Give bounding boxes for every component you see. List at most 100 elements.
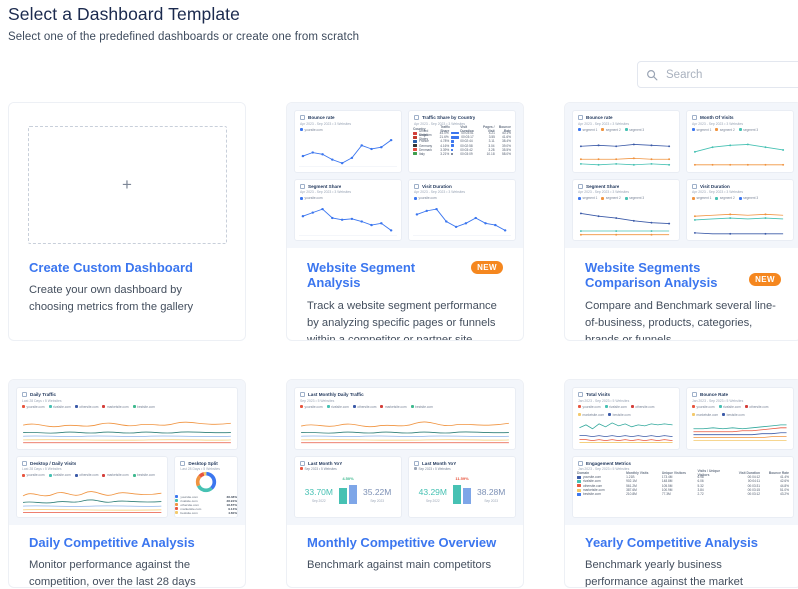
mini-legend-label: yoursite.com <box>418 196 437 200</box>
card-title[interactable]: Daily Competitive Analysis <box>29 535 195 550</box>
mini-panel-subtitle: Apr 2023 - Sep 2023 • 3 Websites <box>578 121 630 126</box>
mini-panel-segment-share: Segment Share Apr 2023 - Sep 2023 • 3 We… <box>294 178 402 241</box>
kpi-comparison: 33.70M Sep 2022 4.50% 35.22M Sep 2023 <box>295 475 401 516</box>
kpi-right-label: Sep 2023 <box>484 498 498 503</box>
mini-legend-label: yoursite.com <box>26 404 45 409</box>
card-title[interactable]: Website Segments Comparison Analysis <box>585 260 741 291</box>
card-description: Monitor performance against the competit… <box>29 559 196 588</box>
mini-legend-label: segment 1 <box>582 127 598 132</box>
mini-panel-engagement-metrics: Engagement Metrics Jan 2023 - Sep 2023 •… <box>572 455 794 518</box>
mini-legend-label: segment 1 <box>582 196 598 200</box>
panel-icon <box>22 460 27 466</box>
card-body: Website Segment Analysis NEW Track a web… <box>287 248 523 341</box>
mini-table: Domain Monthly Visits Unique Visitors Vi… <box>577 469 789 515</box>
cell: 3.21% <box>440 151 450 156</box>
cell: 00:03:09 <box>460 151 473 156</box>
mini-legend-label: yoursite.com <box>696 404 715 409</box>
plus-icon: + <box>122 175 132 194</box>
kpi-bars: 11.59% <box>453 476 471 505</box>
template-card-yearly-competitive-analysis[interactable]: Total Visits Jan 2023 - Sep 2023 • 5 Web… <box>564 379 798 588</box>
mini-panel-title: Desktop Split <box>188 460 218 466</box>
mini-panel-title: Daily Traffic <box>30 392 57 397</box>
mini-panel-title: Total Visits <box>586 392 611 397</box>
mini-legend-label: marketsite.com <box>384 404 407 409</box>
mini-panel-last-monthly-daily-traffic: Last Monthly Daily Traffic Sep 2023 • 5 … <box>294 387 516 450</box>
table-row: bestsite.com 210.8M 77.3M 2.72 00:03:12 … <box>577 492 789 496</box>
cell: 58.0% <box>501 151 511 156</box>
mini-legend-label: segment 3 <box>629 196 645 200</box>
mini-panel-desktop-daily-visits: Desktop / Daily Visits Last 28 Days • 5 … <box>16 455 169 518</box>
mini-legend-label: rivalsite.com <box>609 404 627 409</box>
mini-legend-label: segment 2 <box>719 127 735 132</box>
card-description: Track a website segment performance by a… <box>307 299 497 341</box>
template-card-website-segments-comparison-analysis[interactable]: Bounce rate Apr 2023 - Sep 2023 • 3 Webs… <box>564 102 798 341</box>
kpi-right-value: 35.22M <box>363 486 392 497</box>
card-body: Daily Competitive Analysis Monitor perfo… <box>9 525 245 588</box>
mini-legend-label: marketsite.com <box>106 473 129 477</box>
mini-line-chart <box>691 206 789 238</box>
search-box[interactable] <box>637 61 798 88</box>
mini-panel-subtitle: Apr 2023 - Sep 2023 • 3 Websites <box>692 121 744 126</box>
template-card-create-custom-dashboard[interactable]: + Create Custom Dashboard Create your ow… <box>8 102 246 341</box>
panel-icon <box>578 392 583 397</box>
dashed-placeholder: + <box>27 125 227 244</box>
mini-panel-subtitle: Sep 2023 • 5 Websites <box>418 466 451 471</box>
panel-icon <box>692 392 697 397</box>
panel-icon <box>300 115 305 120</box>
mini-panel-title: Last Month YoY <box>308 460 343 466</box>
legend-row: bestsite.com 4.60% <box>175 511 237 515</box>
page-title: Select a Dashboard Template <box>8 4 240 24</box>
kpi-percent: 11.59% <box>455 476 469 482</box>
kpi-percent: 4.50% <box>342 476 354 482</box>
mini-dense-line-chart <box>691 416 789 446</box>
mini-panel-subtitle: Apr 2023 - Sep 2023 • 3 Websites <box>300 190 352 194</box>
card-title[interactable]: Monthly Competitive Overview <box>307 535 496 550</box>
mini-line-chart <box>299 133 397 169</box>
mini-panel-title: Last Month YoY <box>422 460 457 466</box>
kpi-left-value: 43.29M <box>418 486 447 497</box>
kpi-left-label: Sep 2022 <box>311 498 326 503</box>
legend-label: bestsite.com <box>180 510 198 515</box>
panel-icon <box>180 460 186 466</box>
template-card-website-segment-analysis[interactable]: Bounce rate Apr 2023 - Sep 2023 • 3 Webs… <box>286 102 524 341</box>
mini-dense-line-chart <box>577 416 675 446</box>
card-title[interactable]: Website Segment Analysis <box>307 260 463 291</box>
mini-legend-label: segment 3 <box>743 196 759 200</box>
card-body: Website Segments Comparison Analysis NEW… <box>565 248 798 341</box>
mini-legend-label: rivalsite.com <box>53 404 71 409</box>
mini-legend-label: segment 2 <box>605 196 621 200</box>
template-card-monthly-competitive-overview[interactable]: Last Monthly Daily Traffic Sep 2023 • 5 … <box>286 379 524 588</box>
mini-panel-desktop-split: Desktop Split Last 28 Days • 5 Websites <box>174 455 238 518</box>
table-row: Italy 3.21% 00:03:09 10.18 58.0% <box>413 152 511 156</box>
kpi-bars: 4.50% <box>339 476 357 505</box>
mini-legend-label: othersite.com <box>79 404 99 409</box>
card-title[interactable]: Create Custom Dashboard <box>29 260 193 275</box>
template-card-daily-competitive-analysis[interactable]: Daily Traffic Last 28 Days • 5 Websites … <box>8 379 246 588</box>
mini-area-chart <box>21 414 233 446</box>
card-thumbnail: Total Visits Jan 2023 - Sep 2023 • 5 Web… <box>565 380 798 525</box>
mini-line-chart <box>577 206 675 238</box>
mini-legend-label: yoursite.com <box>26 473 45 477</box>
mini-panel-title: Visit Duration <box>422 183 452 189</box>
mini-panel-title: Last Monthly Daily Traffic <box>308 392 364 397</box>
card-title[interactable]: Yearly Competitive Analysis <box>585 535 758 550</box>
card-body: Yearly Competitive Analysis Benchmark ye… <box>565 525 798 587</box>
mini-legend-label: segment 2 <box>719 196 735 200</box>
mini-legend-label: othersite.com <box>749 404 769 409</box>
mini-panel-month-of-visits: Month Of Visits Apr 2023 - Sep 2023 • 3 … <box>686 110 794 173</box>
mini-legend-label: yoursite.com <box>304 404 323 409</box>
template-card-grid: + Create Custom Dashboard Create your ow… <box>8 102 798 588</box>
search-input[interactable] <box>664 67 798 82</box>
cell: bestsite.com <box>583 492 601 497</box>
mini-panel-subtitle: Apr 2023 - Sep 2023 • 3 Websites <box>300 121 352 126</box>
status-badge-new: NEW <box>471 261 503 274</box>
mini-legend-label: segment 1 <box>696 196 712 200</box>
panel-icon <box>578 183 583 189</box>
mini-panel-bounce-rate: Bounce rate Apr 2023 - Sep 2023 • 3 Webs… <box>294 110 402 173</box>
kpi-left: 43.29M Sep 2022 <box>419 487 447 503</box>
card-description: Compare and Benchmark several line-of-bu… <box>585 299 776 341</box>
mini-panel-subtitle: Apr 2023 - Sep 2023 • 3 Websites <box>578 190 630 194</box>
cell: 77.3M <box>661 492 671 497</box>
card-description: Benchmark against main competitors <box>307 559 492 572</box>
mini-panel-title: Bounce rate <box>586 115 613 120</box>
